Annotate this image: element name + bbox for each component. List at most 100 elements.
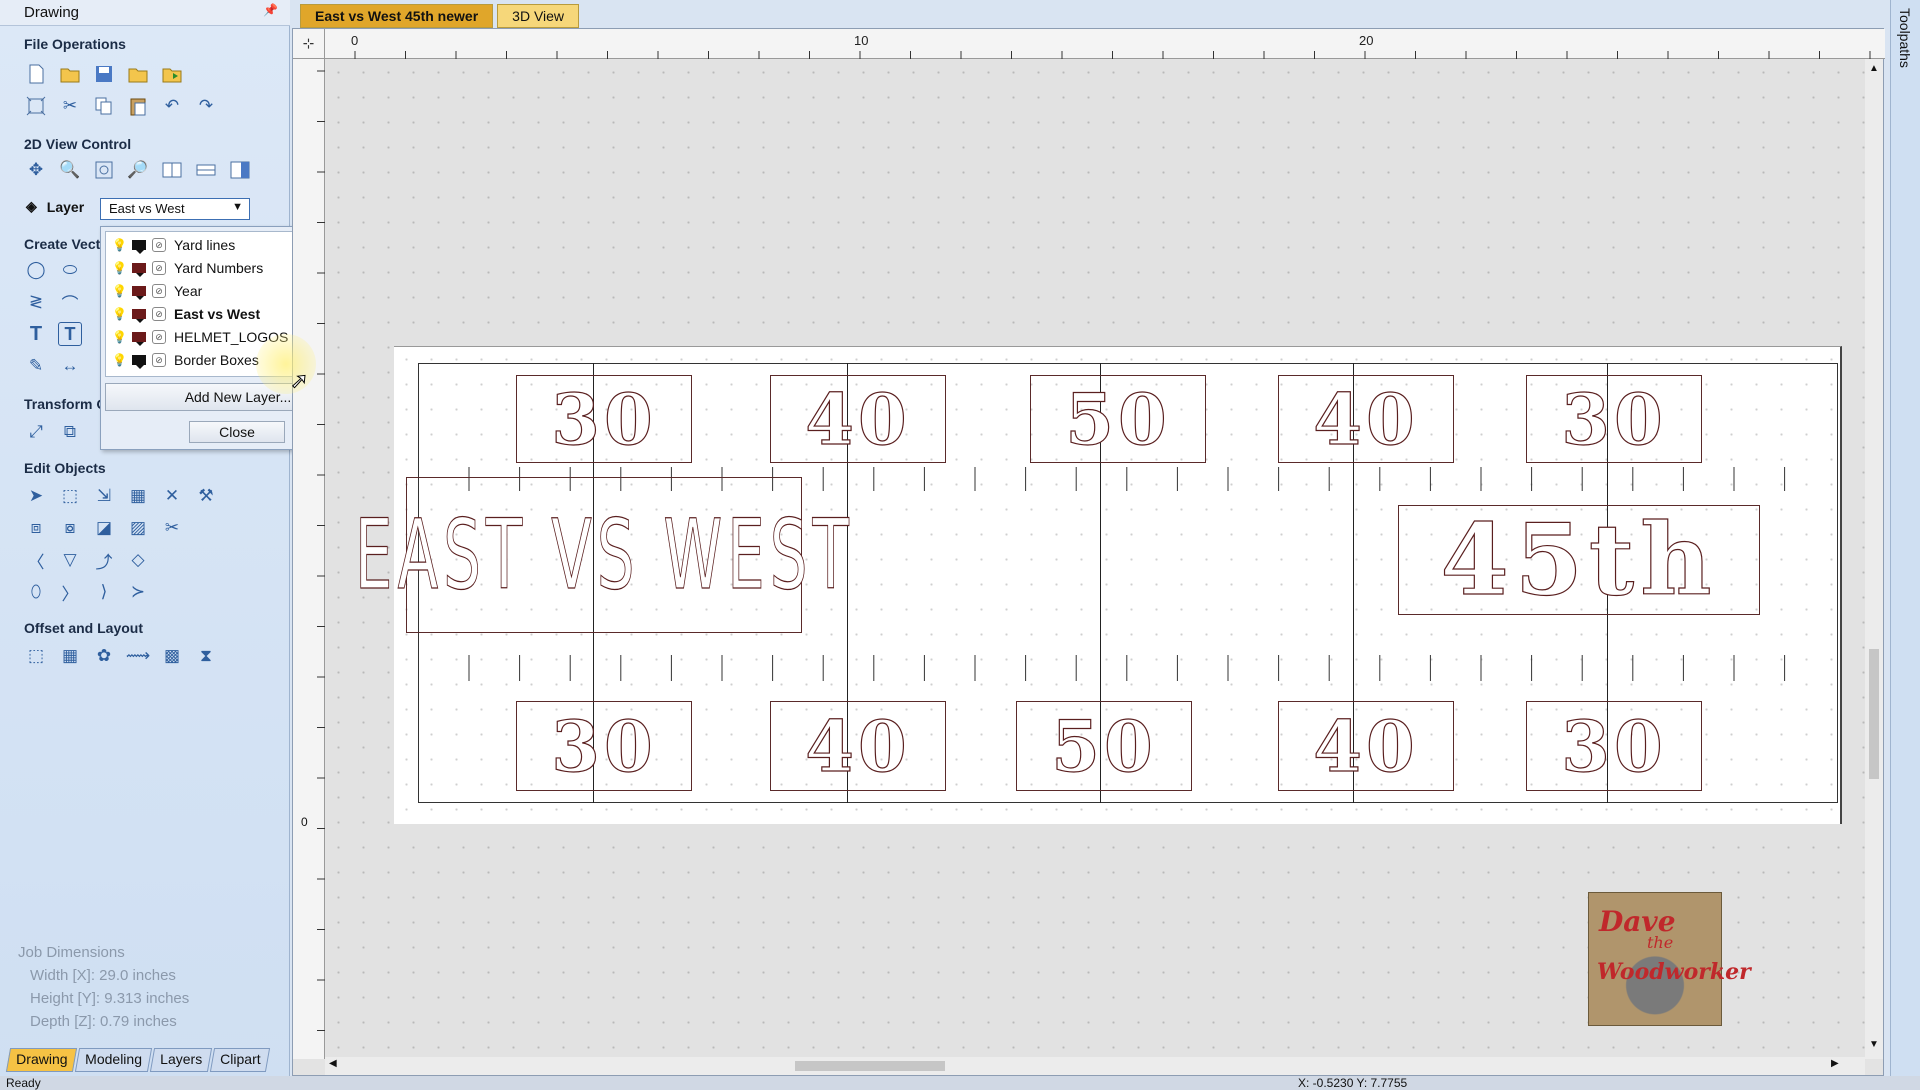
horizontal-scrollbar[interactable]: ◀ ▶ xyxy=(325,1057,1865,1075)
scroll-down-icon[interactable]: ▼ xyxy=(1869,1039,1879,1050)
scroll-left-icon[interactable]: ◀ xyxy=(329,1058,337,1069)
import-icon[interactable] xyxy=(126,62,150,86)
layer-dropdown[interactable]: East vs West ▼ xyxy=(100,198,250,220)
vertical-scrollbar[interactable]: ▲ ▼ xyxy=(1865,59,1883,1059)
curve-left-icon[interactable]: 〈 xyxy=(24,548,48,572)
lightbulb-icon[interactable]: 💡 xyxy=(112,238,128,252)
close-vector-icon[interactable]: ⬯ xyxy=(24,580,48,604)
extend-icon[interactable]: ≻ xyxy=(126,580,150,604)
pan-icon[interactable]: ✥ xyxy=(24,158,48,182)
chevron-down-icon[interactable]: ▼ xyxy=(232,201,243,213)
color-swatch[interactable] xyxy=(132,240,146,254)
tab-3d-view[interactable]: 3D View xyxy=(497,4,580,28)
scale-icon[interactable]: ⧉ xyxy=(58,420,82,444)
scroll-right-icon[interactable]: ▶ xyxy=(1831,1058,1839,1069)
subtract-icon[interactable]: ⧇ xyxy=(58,516,82,540)
auto-layout-icon[interactable]: ⧗ xyxy=(194,644,218,668)
text-on-curve-icon[interactable]: T xyxy=(58,322,82,346)
lock-icon[interactable]: ⊘ xyxy=(152,261,166,275)
join-icon[interactable]: 〉 xyxy=(58,580,82,604)
weld-icon[interactable]: ⧈ xyxy=(24,516,48,540)
offset-icon[interactable]: ⬚ xyxy=(24,644,48,668)
tab-modeling[interactable]: Modeling xyxy=(75,1048,153,1072)
lightbulb-icon[interactable]: 💡 xyxy=(112,284,128,298)
job-height: Height [Y]: 9.313 inches xyxy=(30,990,190,1007)
yard-number: 30 xyxy=(1561,377,1667,461)
toolpaths-tab[interactable]: Toolpaths xyxy=(1897,8,1913,68)
trim-icon[interactable]: ⚒ xyxy=(194,484,218,508)
yard-number-box: 40 xyxy=(770,375,946,463)
color-swatch[interactable] xyxy=(132,263,146,277)
lightbulb-icon[interactable]: 💡 xyxy=(112,330,128,344)
zoom-icon[interactable]: 🔍 xyxy=(58,158,82,182)
draw-tool-icon[interactable]: ✎ xyxy=(24,354,48,378)
intersect-icon[interactable]: ◪ xyxy=(92,516,116,540)
ruler-corner[interactable]: ⊹ xyxy=(293,29,325,59)
open-file-icon[interactable] xyxy=(58,62,82,86)
copy-along-icon[interactable]: ⟿ xyxy=(126,644,150,668)
node-edit-icon[interactable]: ⬚ xyxy=(58,484,82,508)
cut-icon[interactable]: ✂ xyxy=(58,94,82,118)
tab-layers[interactable]: Layers xyxy=(150,1048,213,1072)
lock-icon[interactable]: ⊘ xyxy=(152,330,166,344)
lock-icon[interactable]: ⊘ xyxy=(152,284,166,298)
text-icon[interactable]: T xyxy=(24,322,48,346)
zoom-selection-icon[interactable]: 🔎 xyxy=(126,158,150,182)
arc-icon[interactable]: ⌒ xyxy=(58,290,82,314)
job-sheet: 30 40 50 40 30 30 40 50 40 30 EAST VS WE… xyxy=(354,346,1842,824)
undo-icon[interactable]: ↶ xyxy=(160,94,184,118)
color-swatch[interactable] xyxy=(132,332,146,346)
job-setup-icon[interactable] xyxy=(24,94,48,118)
move-icon[interactable]: ⤢ xyxy=(24,420,48,444)
new-file-icon[interactable] xyxy=(24,62,48,86)
copy-icon[interactable] xyxy=(92,94,116,118)
join-curve-icon[interactable]: ⟩ xyxy=(92,580,116,604)
export-icon[interactable] xyxy=(160,62,184,86)
polyline-icon[interactable]: ≷ xyxy=(24,290,48,314)
color-swatch[interactable] xyxy=(132,309,146,323)
fillet-icon[interactable]: ▨ xyxy=(126,516,150,540)
ellipse-icon[interactable]: ⬭ xyxy=(58,258,82,282)
color-swatch[interactable] xyxy=(132,355,146,369)
save-icon[interactable] xyxy=(92,62,116,86)
toolpaths-strip[interactable]: Toolpaths xyxy=(1890,0,1920,1090)
status-text: Ready xyxy=(6,1076,41,1090)
select-icon[interactable]: ➤ xyxy=(24,484,48,508)
interactive-select-icon[interactable]: ⇲ xyxy=(92,484,116,508)
tab-clipart[interactable]: Clipart xyxy=(210,1048,271,1072)
lock-icon[interactable]: ⊘ xyxy=(152,307,166,321)
color-swatch[interactable] xyxy=(132,286,146,300)
view-ruler-icon[interactable] xyxy=(194,158,218,182)
dimension-icon[interactable]: ↔ xyxy=(58,354,82,378)
lightbulb-icon[interactable]: 💡 xyxy=(112,261,128,275)
lock-icon[interactable]: ⊘ xyxy=(152,238,166,252)
view-split-icon[interactable] xyxy=(228,158,252,182)
scroll-thumb[interactable] xyxy=(1869,649,1879,779)
section-offset-layout: Offset and Layout xyxy=(24,620,144,636)
ungroup-icon[interactable]: ✕ xyxy=(160,484,184,508)
circle-icon[interactable]: ◯ xyxy=(24,258,48,282)
scroll-up-icon[interactable]: ▲ xyxy=(1869,63,1879,74)
tab-drawing[interactable]: Drawing xyxy=(5,1048,78,1072)
redo-icon[interactable]: ↷ xyxy=(194,94,218,118)
zoom-fit-icon[interactable] xyxy=(92,158,116,182)
circular-array-icon[interactable]: ✿ xyxy=(92,644,116,668)
lightbulb-icon[interactable]: 💡 xyxy=(112,353,128,367)
close-button[interactable]: Close xyxy=(189,421,285,443)
pin-icon[interactable]: 📌 xyxy=(263,3,278,17)
group-icon[interactable]: ▦ xyxy=(126,484,150,508)
lock-icon[interactable]: ⊘ xyxy=(152,353,166,367)
node-polygon-icon[interactable]: ▽ xyxy=(58,548,82,572)
nesting-icon[interactable]: ▩ xyxy=(160,644,184,668)
paste-icon[interactable] xyxy=(126,94,150,118)
scroll-thumb[interactable] xyxy=(795,1061,945,1071)
lightbulb-icon[interactable]: 💡 xyxy=(112,307,128,321)
smooth-icon[interactable]: ⤴ xyxy=(92,548,116,572)
view-grid-icon[interactable] xyxy=(160,158,184,182)
create-vectors-row-4: ✎ ↔ xyxy=(24,354,82,378)
tab-document[interactable]: East vs West 45th newer xyxy=(300,4,494,28)
diamond-icon[interactable]: ◇ xyxy=(126,548,150,572)
job-dimensions-title: Job Dimensions xyxy=(18,944,125,961)
array-icon[interactable]: ▦ xyxy=(58,644,82,668)
scissors-icon[interactable]: ✂ xyxy=(160,516,184,540)
